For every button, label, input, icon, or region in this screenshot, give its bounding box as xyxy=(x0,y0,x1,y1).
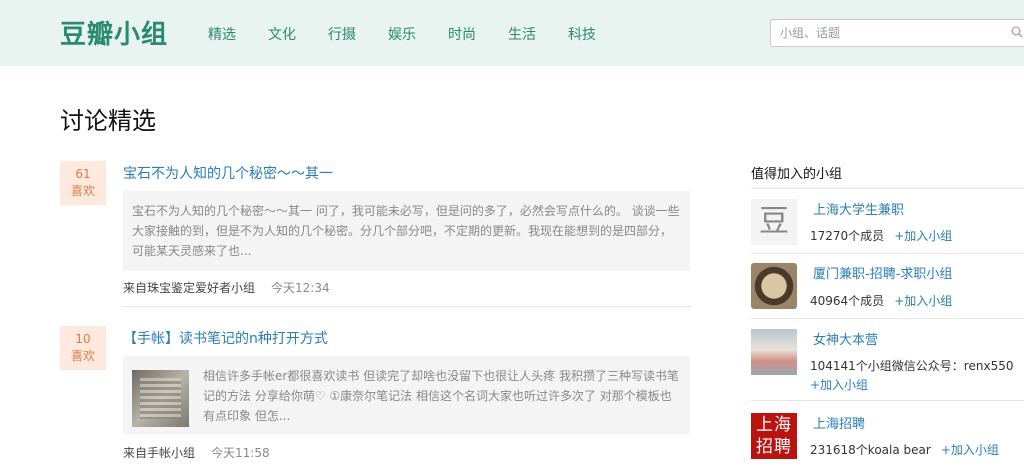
group-avatar[interactable]: 上海 招聘 xyxy=(751,413,797,459)
like-count: 61 xyxy=(75,167,91,181)
join-group-button[interactable]: +加入小组 xyxy=(810,376,868,393)
group-card: 厦门兼职-招聘-求职小组 40964个成员 +加入小组 xyxy=(751,263,1024,319)
topic-divider xyxy=(123,306,692,307)
sidebar-divider xyxy=(751,318,1024,319)
nav-item-culture[interactable]: 文化 xyxy=(268,24,296,44)
sidebar-divider xyxy=(751,188,1024,189)
top-header: 豆瓣小组 精选 文化 行摄 娱乐 时尚 生活 科技 xyxy=(0,0,1024,66)
nav-item-life[interactable]: 生活 xyxy=(508,24,536,44)
group-member-count: 231618个koala bear xyxy=(810,443,931,457)
group-avatar[interactable]: 豆 xyxy=(751,199,797,245)
like-count: 10 xyxy=(75,332,91,346)
main-nav: 精选 文化 行摄 娱乐 时尚 生活 科技 xyxy=(208,24,628,44)
search-input[interactable] xyxy=(771,20,1001,46)
search-icon[interactable] xyxy=(1011,26,1023,38)
topic-excerpt-box[interactable]: 相信许多手帐er都很喜欢读书 但读完了却啥也没留下也很让人头疼 我积攒了三种写读… xyxy=(123,356,690,434)
sidebar-divider xyxy=(751,400,1024,401)
group-card: 上海 招聘 上海招聘 231618个koala bear +加入小组 xyxy=(751,413,1024,469)
group-name-link[interactable]: 女神大本营 xyxy=(813,329,878,348)
like-count-badge: 10 喜欢 xyxy=(60,326,106,370)
join-group-button[interactable]: +加入小组 xyxy=(894,294,952,308)
nav-item-fashion[interactable]: 时尚 xyxy=(448,24,476,44)
topic-title-link[interactable]: 宝石不为人知的几个秘密～～其一 xyxy=(123,163,333,183)
sidebar-divider xyxy=(751,253,1024,254)
douban-group-logo[interactable]: 豆瓣小组 xyxy=(60,14,168,51)
group-card: 豆 上海大学生兼职 17270个成员 +加入小组 xyxy=(751,199,1024,255)
like-label: 喜欢 xyxy=(70,349,95,363)
group-member-count: 17270个成员 xyxy=(810,229,885,243)
topic-title-link[interactable]: 【手帐】读书笔记的n种打开方式 xyxy=(123,328,328,348)
topic-group-link[interactable]: 来自手帐小组 xyxy=(123,446,195,460)
topic-time: 今天12:34 xyxy=(271,281,330,295)
group-stats: 40964个成员 +加入小组 xyxy=(810,292,952,309)
group-member-count: 40964个成员 xyxy=(810,294,885,308)
topic-excerpt: 相信许多手帐er都很喜欢读书 但读完了却啥也没留下也很让人头疼 我积攒了三种写读… xyxy=(203,369,679,423)
topic-excerpt[interactable]: 宝石不为人知的几个秘密～～其一 问了，我可能未必写，但是问的多了，必然会写点什么… xyxy=(123,191,690,271)
group-member-count: 104141个小组微信公众号：renx550 xyxy=(810,359,1014,373)
recommended-groups-sidebar: 值得加入的小组 豆 上海大学生兼职 17270个成员 +加入小组 厦门兼职-招聘-… xyxy=(751,163,1024,459)
nav-item-travel-photo[interactable]: 行摄 xyxy=(328,24,356,44)
topic-meta: 来自珠宝鉴定爱好者小组 今天12:34 xyxy=(123,279,330,296)
topic-meta: 来自手帐小组 今天11:58 xyxy=(123,444,270,461)
group-stats: 17270个成员 +加入小组 xyxy=(810,227,952,244)
topic-group-link[interactable]: 来自珠宝鉴定爱好者小组 xyxy=(123,281,255,295)
nav-item-tech[interactable]: 科技 xyxy=(568,24,596,44)
sidebar-title: 值得加入的小组 xyxy=(751,167,843,182)
group-avatar[interactable] xyxy=(751,329,797,375)
join-group-button[interactable]: +加入小组 xyxy=(894,229,952,243)
group-name-link[interactable]: 上海大学生兼职 xyxy=(813,199,904,218)
join-group-button[interactable]: +加入小组 xyxy=(941,443,999,457)
search-box xyxy=(770,19,1024,47)
like-count-badge: 61 喜欢 xyxy=(60,161,106,205)
like-label: 喜欢 xyxy=(70,184,95,198)
group-name-link[interactable]: 上海招聘 xyxy=(813,413,865,432)
group-stats: 231618个koala bear +加入小组 xyxy=(810,441,999,458)
group-avatar[interactable] xyxy=(751,263,797,309)
topic-thumbnail-image[interactable] xyxy=(132,370,189,427)
group-name-link[interactable]: 厦门兼职-招聘-求职小组 xyxy=(813,263,952,282)
nav-item-featured[interactable]: 精选 xyxy=(208,24,236,44)
page-title: 讨论精选 xyxy=(60,107,156,135)
thumbnail-notebook-graphic xyxy=(140,378,181,419)
group-card: 女神大本营 104141个小组微信公众号：renx550 +加入小组 xyxy=(751,329,1024,392)
nav-item-entertainment[interactable]: 娱乐 xyxy=(388,24,416,44)
topic-time: 今天11:58 xyxy=(211,446,270,460)
